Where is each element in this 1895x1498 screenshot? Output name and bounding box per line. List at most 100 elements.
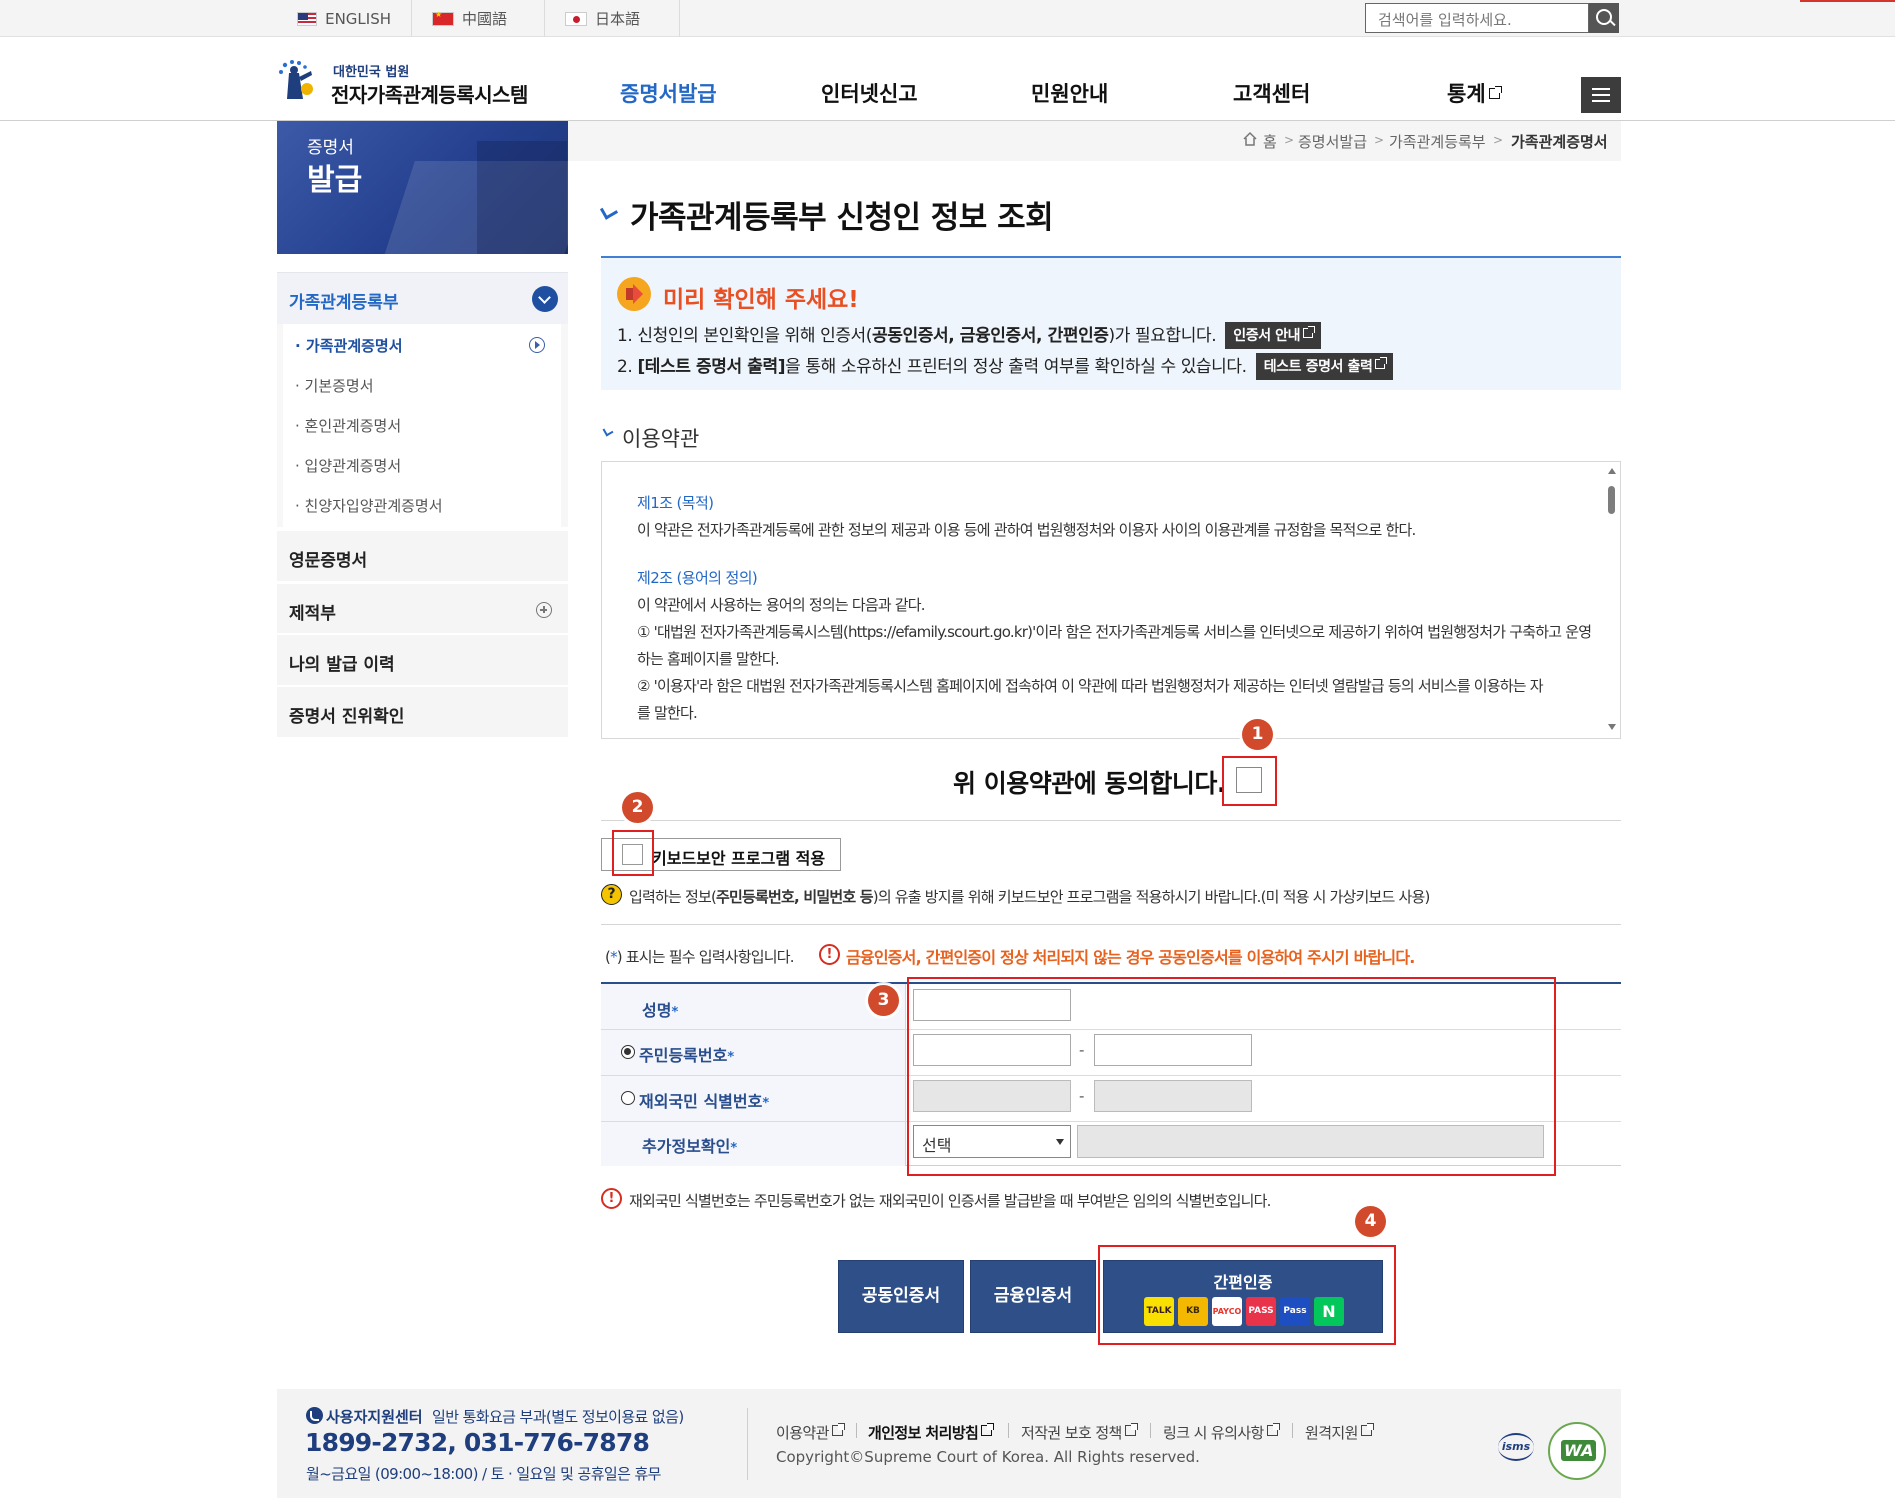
support-phone: 1899-2732, 031-776-7878 [305, 1428, 650, 1457]
annotation-box-3 [907, 977, 1556, 1176]
sidebar-group-label: 가족관계등록부 [289, 293, 399, 313]
hamburger-menu-button[interactable] [1581, 77, 1621, 113]
hamburger-icon-line [1592, 100, 1610, 102]
nav-civil-guide[interactable]: 민원안내 [1031, 78, 1108, 108]
terms-article-text: 이 약관에서 사용하는 용어의 정의는 다음과 같다. [637, 596, 926, 614]
annotation-marker-3: 3 [868, 985, 899, 1016]
financial-cert-button[interactable]: 금융인증서 [970, 1260, 1096, 1333]
name-label: 성명* [642, 997, 678, 1021]
terms-article-title: 제1조 (목적) [637, 494, 714, 512]
footer-link-terms[interactable]: 이용약관 [776, 1422, 845, 1443]
annotation-box-1 [1222, 756, 1277, 806]
china-flag-icon [432, 10, 454, 26]
footer-link-copyright[interactable]: 저작권 보호 정책 [1021, 1422, 1138, 1443]
breadcrumb-separator: > [1493, 133, 1504, 147]
breadcrumb-certificate-issue[interactable]: 증명서발급 [1298, 131, 1367, 152]
lang-chinese-link[interactable]: 中國語 [412, 0, 545, 37]
nav-certificate-issue[interactable]: 증명서발급 [620, 78, 717, 108]
external-link-icon [1303, 326, 1316, 338]
play-circle-icon [529, 337, 545, 353]
notice-bold-text: [테스트 증명서 출력] [637, 357, 786, 377]
terms-article-text: 를 말한다. [637, 704, 698, 722]
terms-article-text: ① '대법원 전자가족관계등록시스템(https://efamily.scour… [637, 623, 1592, 641]
us-flag-icon [297, 11, 318, 26]
banner-decoration [477, 141, 567, 254]
sidebar-item-full-adoption-cert[interactable]: · 친양자입양관계증명서 [295, 495, 443, 516]
sidebar-item-authenticity-check[interactable]: 증명서 진위확인 [277, 685, 568, 737]
divider [601, 820, 1621, 821]
terms-agree-label[interactable]: 위 이용약관에 동의합니다. [953, 764, 1226, 800]
logo-title[interactable]: 전자가족관계등록시스템 [331, 79, 528, 108]
sidebar-item-label: 제적부 [289, 604, 336, 624]
external-link-icon [1266, 1423, 1280, 1436]
breadcrumb-home[interactable]: 홈 [1263, 131, 1277, 152]
sidebar-item-removed-register[interactable]: 제적부 [277, 582, 568, 634]
test-print-button[interactable]: 테스트 증명서 출력 [1255, 353, 1394, 380]
rrn-radio[interactable] [621, 1045, 635, 1059]
link-label: 링크 시 유의사항 [1163, 1424, 1264, 1442]
sidebar-item-issue-history[interactable]: 나의 발급 이력 [277, 633, 568, 685]
sidebar-item-adoption-cert[interactable]: · 입양관계증명서 [295, 455, 401, 476]
sidebar-item-english-cert[interactable]: 영문증명서 [277, 529, 568, 581]
nav-internet-report[interactable]: 인터넷신고 [821, 78, 918, 108]
logo-subtitle[interactable]: 대한민국 법원 [333, 61, 409, 80]
required-star: * [610, 948, 617, 966]
search-input[interactable]: 검색어를 입력하세요. [1365, 3, 1589, 33]
notice-bold-text: 공동인증서, 금융인증서, 간편인증 [872, 326, 1109, 346]
footer-divider [747, 1408, 748, 1480]
link-separator [1008, 1423, 1009, 1438]
banner-title-large: 발급 [307, 163, 363, 198]
annotation-marker-4: 4 [1355, 1206, 1386, 1237]
keyboard-security-label[interactable]: 키보드보안 프로그램 적용 [652, 845, 825, 869]
sidebar-item-label: 영문증명서 [289, 551, 368, 571]
web-accessibility-mark-icon [1548, 1422, 1606, 1480]
cert-guide-button[interactable]: 인증서 안내 [1225, 322, 1322, 349]
terms-scrollbar[interactable] [1604, 462, 1620, 738]
footer-link-privacy[interactable]: 개인정보 처리방침 [868, 1422, 995, 1443]
scroll-thumb[interactable] [1608, 486, 1615, 514]
keyboard-security-note: 입력하는 정보(주민등록번호, 비밀번호 등)의 유출 방지를 위해 키보드보안… [629, 886, 1430, 907]
lang-label: 中國語 [462, 10, 508, 28]
support-center-label: 사용자지원센터 [326, 1408, 423, 1426]
sidebar-item-label: 나의 발급 이력 [289, 655, 395, 675]
breadcrumb-family-register[interactable]: 가족관계등록부 [1389, 131, 1486, 152]
terms-article-text: 이 약관은 전자가족관계등록에 관한 정보의 제공과 이용 등에 관하여 법원행… [637, 521, 1416, 539]
nav-statistics[interactable]: 통계 [1447, 78, 1502, 108]
notice-title: 미리 확인해 주세요! [663, 287, 859, 313]
link-label: 원격지원 [1305, 1424, 1358, 1442]
foreign-id-label[interactable]: 재외국민 식별번호* [639, 1088, 769, 1112]
scroll-down-icon[interactable] [1608, 724, 1616, 730]
search-button[interactable] [1589, 3, 1619, 33]
copyright-text: Copyright©Supreme Court of Korea. All Ri… [776, 1448, 1200, 1466]
terms-section-title: 이용약관 [622, 427, 700, 451]
scroll-up-icon[interactable] [1608, 468, 1616, 474]
button-label: 인증서 안내 [1233, 328, 1301, 344]
link-label: 저작권 보호 정책 [1021, 1424, 1122, 1442]
foreign-id-radio[interactable] [621, 1091, 635, 1105]
cert-warning-text: 금융인증서, 간편인증이 정상 처리되지 않는 경우 공동인증서를 이용하여 주… [846, 948, 1415, 967]
terms-article-title: 제2조 (용어의 정의) [637, 569, 758, 587]
rrn-label[interactable]: 주민등록번호* [639, 1042, 734, 1066]
annotation-marker-2: 2 [622, 792, 653, 823]
lang-japanese-link[interactable]: 日本語 [545, 0, 680, 37]
footer-link-link-policy[interactable]: 링크 시 유의사항 [1163, 1422, 1280, 1443]
footer-link-remote-support[interactable]: 원격지원 [1305, 1422, 1374, 1443]
joint-cert-button[interactable]: 공동인증서 [838, 1260, 964, 1333]
chevron-down-icon[interactable] [532, 286, 558, 312]
sidebar-item-family-cert[interactable]: · 가족관계증명서 [295, 335, 403, 356]
plus-circle-icon[interactable] [536, 602, 552, 618]
title-accent-icon [599, 202, 619, 220]
note-text: 입력하는 정보( [629, 888, 717, 906]
link-label: 이용약관 [776, 1424, 829, 1442]
lang-english-link[interactable]: ENGLISH [277, 0, 412, 37]
nav-customer-center[interactable]: 고객센터 [1233, 78, 1310, 108]
sidebar-item-basic-cert[interactable]: · 기본증명서 [295, 375, 374, 396]
terms-scroll-box[interactable]: 제1조 (목적) 이 약관은 전자가족관계등록에 관한 정보의 제공과 이용 등… [601, 461, 1621, 739]
annotation-box-2 [612, 830, 654, 876]
site-header: 대한민국 법원 전자가족관계등록시스템 증명서발급 인터넷신고 민원안내 고객센… [0, 37, 1895, 121]
external-link-icon [831, 1423, 845, 1436]
sidebar-group-family-register[interactable]: 가족관계등록부 [277, 272, 568, 324]
court-logo-icon[interactable] [277, 59, 317, 103]
home-icon[interactable] [1242, 131, 1258, 147]
sidebar-item-marriage-cert[interactable]: · 혼인관계증명서 [295, 415, 401, 436]
